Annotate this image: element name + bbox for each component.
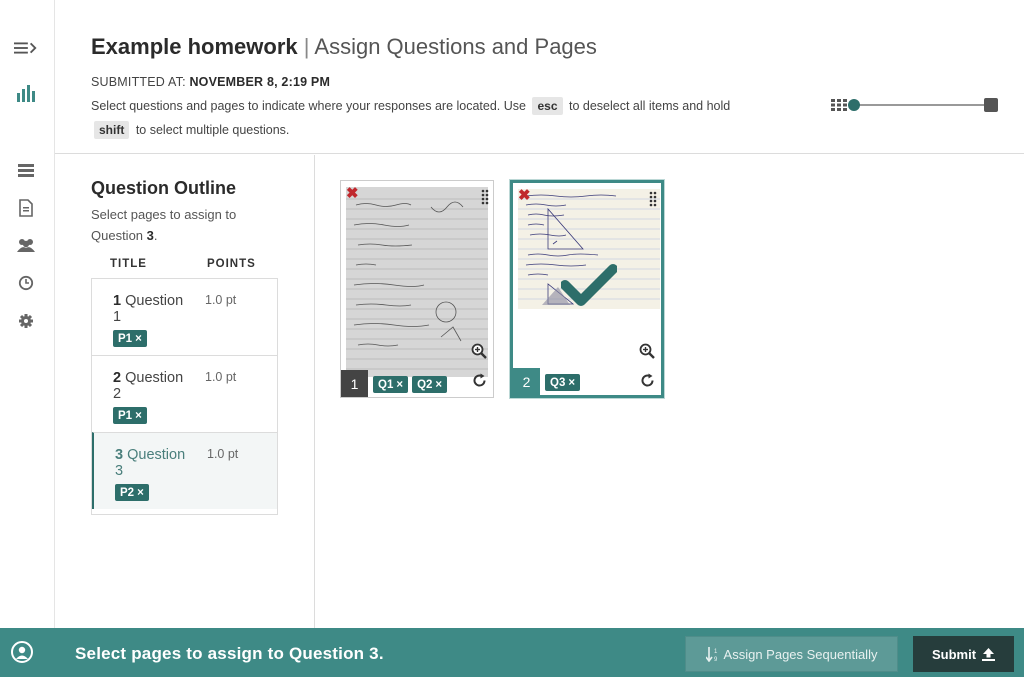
zoom-track[interactable] bbox=[854, 104, 986, 106]
question-points: 1.0 pt bbox=[207, 447, 239, 461]
question-tag[interactable]: Q2 × bbox=[412, 376, 448, 393]
gear-icon[interactable] bbox=[14, 310, 38, 332]
drag-icon[interactable] bbox=[481, 189, 489, 205]
submit-button[interactable]: Submit bbox=[913, 636, 1014, 672]
svg-text:9: 9 bbox=[714, 657, 718, 662]
page-question-tags: Q3 × bbox=[545, 374, 581, 391]
question-label: Question 1 bbox=[113, 293, 184, 325]
remove-tag-icon[interactable]: × bbox=[135, 410, 142, 422]
assign-sequentially-label: Assign Pages Sequentially bbox=[723, 646, 878, 662]
drag-icon[interactable] bbox=[649, 191, 657, 207]
page-subtitle: Assign Questions and Pages bbox=[314, 34, 597, 59]
tag-label: Q1 bbox=[378, 378, 394, 391]
outline-icon[interactable] bbox=[14, 160, 38, 182]
remove-tag-icon[interactable]: × bbox=[135, 333, 142, 345]
page-tag[interactable]: P1 × bbox=[113, 330, 147, 347]
instructions-part-2: to deselect all items and hold bbox=[569, 99, 731, 113]
remove-tag-icon[interactable]: × bbox=[137, 487, 144, 499]
instructions-part-1: Select questions and pages to indicate w… bbox=[91, 99, 526, 113]
zoom-in-icon[interactable] bbox=[639, 343, 655, 359]
hint-text: Select pages to assign to Question bbox=[91, 207, 237, 243]
question-row[interactable]: 2 Question 2 1.0 pt P1 × bbox=[92, 355, 277, 432]
grid-icon bbox=[831, 99, 847, 111]
assignment-name: Example homework bbox=[91, 34, 298, 59]
tag-label: P1 bbox=[118, 332, 133, 345]
rotate-icon[interactable] bbox=[472, 373, 487, 388]
instructions: Select questions and pages to indicate w… bbox=[91, 94, 811, 142]
left-nav bbox=[0, 0, 55, 628]
remove-tag-icon[interactable]: × bbox=[435, 379, 442, 391]
tag-label: P1 bbox=[118, 409, 133, 422]
users-icon[interactable] bbox=[14, 234, 38, 256]
page-tag[interactable]: P1 × bbox=[113, 407, 147, 424]
footer-message: Select pages to assign to Question 3. bbox=[75, 644, 384, 663]
question-outline: Question Outline Select pages to assign … bbox=[55, 155, 315, 628]
upload-icon bbox=[982, 647, 996, 661]
stats-icon[interactable] bbox=[14, 82, 38, 104]
question-label: Question 2 bbox=[113, 370, 184, 402]
assign-sequentially-button[interactable]: 19 Assign Pages Sequentially bbox=[685, 636, 898, 672]
submit-label: Submit bbox=[931, 646, 977, 662]
pages-area: ✖ 1 Q1 × Q2 × ✖ 2 Q3 × bbox=[316, 155, 1024, 628]
column-points: POINTS bbox=[207, 258, 256, 270]
zoom-in-icon[interactable] bbox=[471, 343, 487, 359]
page-thumbnail-selected[interactable]: ✖ 2 Q3 × bbox=[510, 180, 664, 398]
hint-suffix: . bbox=[153, 228, 158, 243]
submitted-value: NOVEMBER 8, 2:19 PM bbox=[189, 75, 331, 89]
menu-expand-icon[interactable] bbox=[14, 37, 38, 59]
question-name: 1 Question 1 bbox=[113, 293, 195, 325]
rotate-icon[interactable] bbox=[640, 373, 655, 388]
submitted-label: SUBMITTED AT: bbox=[91, 75, 186, 89]
page-title: Example homework | Assign Questions and … bbox=[91, 34, 597, 60]
question-points: 1.0 pt bbox=[205, 293, 237, 307]
page-header: Example homework | Assign Questions and … bbox=[55, 0, 1024, 154]
page-number: 2 bbox=[513, 368, 540, 395]
remove-icon[interactable]: ✖ bbox=[518, 188, 531, 203]
title-separator: | bbox=[303, 34, 310, 59]
page-thumbnail[interactable]: ✖ 1 Q1 × Q2 × bbox=[340, 180, 494, 398]
instructions-part-3: to select multiple questions. bbox=[135, 123, 290, 137]
shift-key: shift bbox=[94, 121, 130, 139]
avatar-icon[interactable] bbox=[11, 641, 33, 663]
remove-tag-icon[interactable]: × bbox=[568, 377, 575, 389]
footer-bar: Select pages to assign to Question 3. 19… bbox=[0, 628, 1024, 677]
svg-text:1: 1 bbox=[714, 649, 718, 655]
hint-question: 3 bbox=[146, 228, 154, 243]
zoom-handle[interactable] bbox=[848, 99, 860, 111]
question-number: 2 bbox=[113, 370, 122, 386]
check-icon bbox=[561, 264, 617, 306]
zoom-slider[interactable] bbox=[831, 97, 998, 113]
column-title: TITLE bbox=[110, 258, 147, 270]
submitted-at: SUBMITTED AT: NOVEMBER 8, 2:19 PM bbox=[91, 75, 330, 89]
document-icon[interactable] bbox=[14, 197, 38, 219]
question-tag[interactable]: Q3 × bbox=[545, 374, 581, 391]
question-tag[interactable]: Q1 × bbox=[373, 376, 409, 393]
page-number: 1 bbox=[341, 370, 368, 397]
outline-title: Question Outline bbox=[91, 178, 237, 198]
tag-label: Q3 bbox=[550, 376, 566, 389]
question-list: 1 Question 1 1.0 pt P1 × 2 Question 2 1.0… bbox=[91, 278, 278, 515]
remove-icon[interactable]: ✖ bbox=[346, 186, 359, 201]
question-number: 3 bbox=[115, 447, 124, 463]
question-row-active[interactable]: 3 Question 3 1.0 pt P2 × bbox=[92, 432, 277, 509]
question-number: 1 bbox=[113, 293, 122, 309]
question-row[interactable]: 1 Question 1 1.0 pt P1 × bbox=[92, 278, 277, 355]
esc-key: esc bbox=[532, 97, 563, 115]
large-view-icon[interactable] bbox=[984, 98, 998, 112]
tag-label: Q2 bbox=[417, 378, 433, 391]
page-tag[interactable]: P2 × bbox=[115, 484, 149, 501]
tag-label: P2 bbox=[120, 486, 135, 499]
question-name: 2 Question 2 bbox=[113, 370, 195, 402]
clock-icon[interactable] bbox=[14, 272, 38, 294]
question-points: 1.0 pt bbox=[205, 370, 237, 384]
page-question-tags: Q1 × Q2 × bbox=[373, 376, 448, 393]
page-image bbox=[346, 187, 488, 377]
sort-icon: 19 bbox=[705, 647, 718, 662]
question-name: 3 Question 3 bbox=[115, 447, 197, 479]
remove-tag-icon[interactable]: × bbox=[396, 379, 403, 391]
outline-hint: Select pages to assign to Question 3. bbox=[91, 204, 281, 246]
question-label: Question 3 bbox=[115, 447, 186, 479]
